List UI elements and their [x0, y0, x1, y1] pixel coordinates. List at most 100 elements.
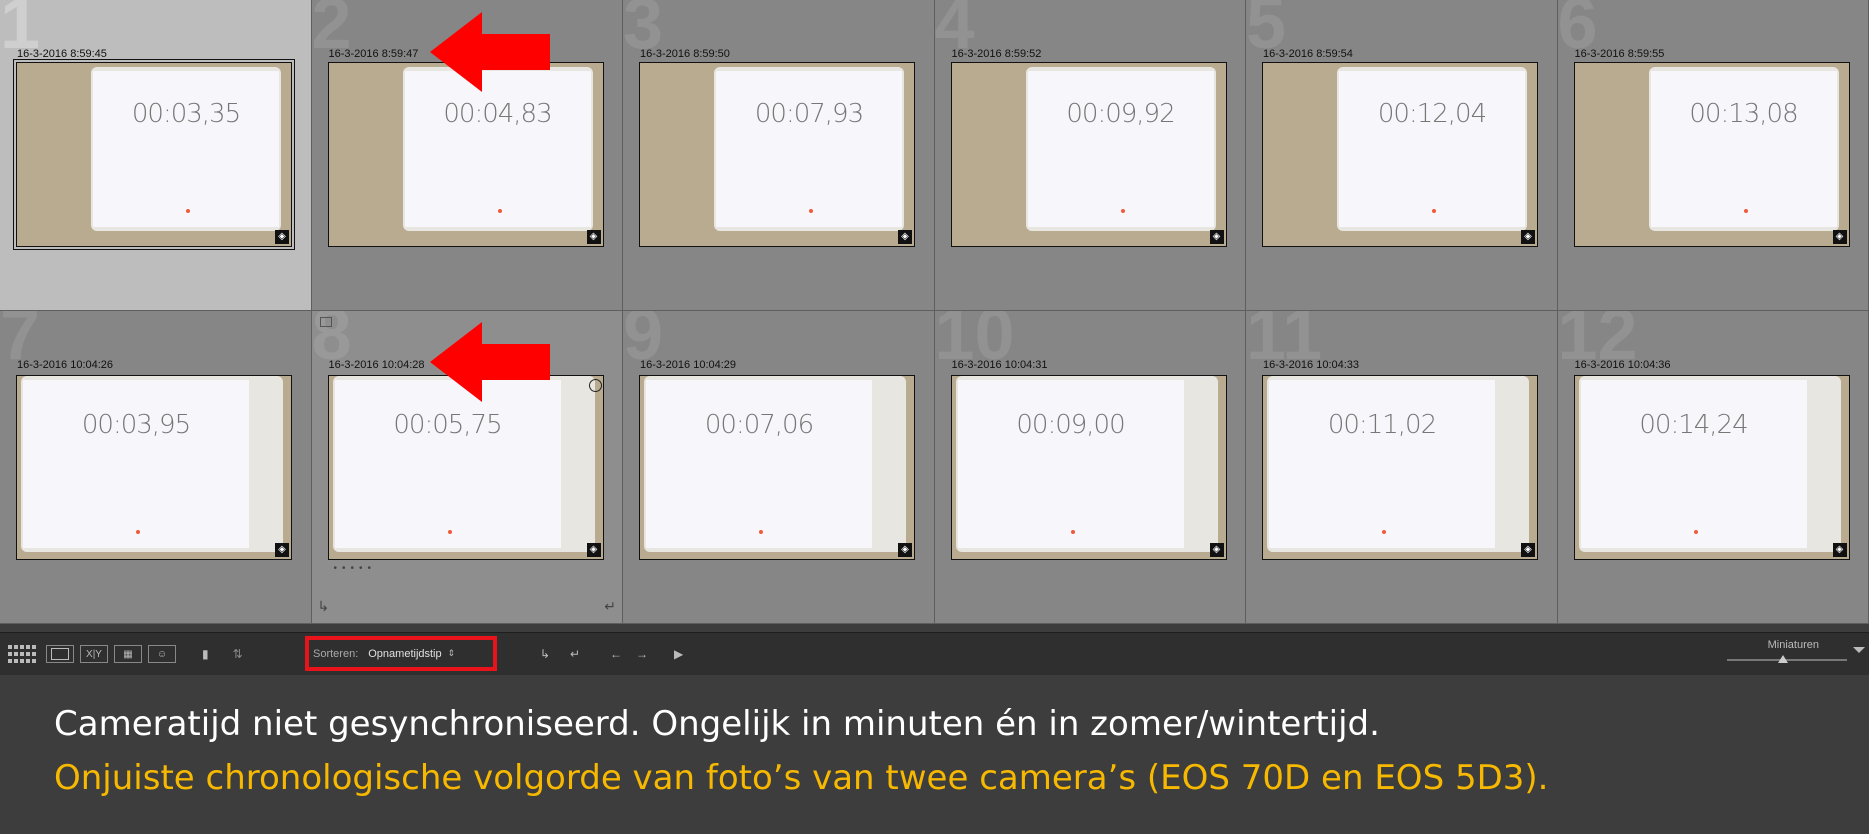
capture-time: 16-3-2016 10:04:29: [640, 359, 737, 371]
rotate-left-icon[interactable]: ↳: [318, 598, 330, 615]
photo-record-dot: [136, 530, 140, 534]
capture-time: 16-3-2016 8:59:50: [640, 48, 730, 60]
photo-screen: 00:14,24: [1580, 380, 1807, 548]
thumbnail-grid: 1 16-3-2016 8:59:45 00:03,35 ◈ 2 16-3-20…: [0, 0, 1869, 624]
toolbar-menu-chevron-icon[interactable]: [1853, 647, 1865, 653]
photo-stopwatch-reading: 00:03,95: [81, 410, 191, 441]
flag-icon[interactable]: [319, 317, 332, 327]
grid-cell[interactable]: 6 16-3-2016 8:59:55 00:13,08 ◈: [1557, 0, 1869, 311]
previous-photo-icon[interactable]: ←: [610, 644, 622, 664]
photo-record-dot: [1693, 530, 1698, 534]
caption-line-1: Cameratijd niet gesynchroniseerd. Ongeli…: [54, 704, 1380, 744]
photo-thumbnail[interactable]: 00:07,93 ◈: [639, 62, 915, 247]
capture-time: 16-3-2016 8:59:55: [1574, 48, 1665, 60]
slider-knob[interactable]: [1778, 655, 1789, 663]
photo-screen: 00:13,08: [1650, 71, 1837, 227]
edited-badge-icon[interactable]: ◈: [1521, 543, 1535, 557]
compare-view-icon[interactable]: X|Y: [80, 644, 108, 664]
photo-stopwatch-reading: 00:05,75: [393, 410, 502, 441]
photo-screen: 00:09,92: [1027, 71, 1214, 227]
photo-screen: 00:05,75: [334, 380, 561, 548]
grid-cell[interactable]: 10 16-3-2016 10:04:31 00:09,00 ◈: [934, 311, 1246, 624]
sort-direction-icon[interactable]: ⇅: [233, 644, 243, 664]
capture-time: 16-3-2016 8:59:54: [1263, 48, 1353, 60]
photo-thumbnail[interactable]: 00:13,08 ◈: [1573, 62, 1850, 247]
library-toolbar: X|Y ▦ ☺ ▮ ⇅ Sorteren: Opnametijdstip ⇕ ↳…: [0, 632, 1869, 675]
photo-stopwatch-reading: 00:14,24: [1639, 410, 1748, 441]
photo-record-dot: [497, 209, 502, 213]
slideshow-play-icon[interactable]: ▶: [674, 644, 683, 664]
photo-screen: 00:07,93: [716, 71, 902, 227]
photo-thumbnail[interactable]: 00:07,06 ◈: [639, 375, 915, 560]
edited-badge-icon[interactable]: ◈: [275, 543, 289, 557]
capture-time: 16-3-2016 8:59:45: [17, 48, 107, 60]
thumbnail-size-label: Miniaturen: [1767, 639, 1819, 651]
photo-record-dot: [186, 209, 190, 213]
quick-collection-circle-icon[interactable]: [589, 379, 602, 392]
photo-stopwatch-reading: 00:07,93: [754, 99, 864, 130]
edited-badge-icon[interactable]: ◈: [586, 543, 601, 557]
photo-screen: 00:04,83: [404, 71, 591, 227]
photo-screen: 00:03,95: [23, 380, 249, 548]
survey-view-icon[interactable]: ▦: [114, 644, 142, 664]
photo-stopwatch-reading: 00:09,92: [1066, 99, 1175, 130]
photo-record-dot: [1120, 209, 1125, 213]
edited-badge-icon[interactable]: ◈: [1832, 543, 1847, 557]
photo-thumbnail[interactable]: 00:09,00 ◈: [950, 375, 1227, 560]
edited-badge-icon[interactable]: ◈: [275, 230, 289, 244]
photo-record-dot: [1382, 530, 1386, 534]
rotate-right-icon[interactable]: ↵: [604, 598, 616, 615]
sort-value[interactable]: Opnametijdstip: [368, 648, 441, 660]
grid-cell[interactable]: 1 16-3-2016 8:59:45 00:03,35 ◈: [0, 0, 312, 311]
grid-cell[interactable]: 3 16-3-2016 8:59:50 00:07,93 ◈: [623, 0, 935, 311]
photo-thumbnail[interactable]: 00:14,24 ◈: [1573, 375, 1850, 560]
painter-spray-icon[interactable]: ▮: [202, 644, 209, 664]
edited-badge-icon[interactable]: ◈: [586, 230, 601, 244]
edited-badge-icon[interactable]: ◈: [898, 230, 912, 244]
photo-screen: 00:11,02: [1269, 380, 1495, 548]
edited-badge-icon[interactable]: ◈: [1521, 230, 1535, 244]
photo-record-dot: [1432, 209, 1436, 213]
star-rating-dots[interactable]: •••••: [334, 563, 377, 574]
sort-control[interactable]: Sorteren: Opnametijdstip ⇕: [305, 636, 497, 671]
photo-record-dot: [759, 530, 763, 534]
photo-screen: 00:09,00: [957, 380, 1184, 548]
grid-cell[interactable]: 5 16-3-2016 8:59:54 00:12,04 ◈: [1246, 0, 1558, 311]
grid-cell[interactable]: 11 16-3-2016 10:04:33 00:11,02 ◈: [1246, 311, 1558, 624]
rotate-ccw-icon[interactable]: ↳: [540, 644, 550, 664]
next-photo-icon[interactable]: →: [636, 644, 648, 664]
people-view-icon[interactable]: ☺: [148, 644, 176, 664]
photo-record-dot: [447, 530, 452, 534]
grid-cell[interactable]: 4 16-3-2016 8:59:52 00:09,92 ◈: [934, 0, 1246, 311]
grid-cell[interactable]: 12 16-3-2016 10:04:36 00:14,24 ◈: [1557, 311, 1869, 624]
photo-record-dot: [1743, 209, 1748, 213]
photo-thumbnail[interactable]: 00:05,75 ◈: [327, 375, 604, 560]
photo-thumbnail[interactable]: 00:11,02 ◈: [1262, 375, 1538, 560]
grid-cell[interactable]: 9 16-3-2016 10:04:29 00:07,06 ◈: [623, 311, 935, 624]
photo-stopwatch-reading: 00:09,00: [1016, 410, 1125, 441]
photo-stopwatch-reading: 00:13,08: [1689, 99, 1798, 130]
capture-time: 16-3-2016 10:04:26: [17, 359, 114, 371]
caption-panel: Cameratijd niet gesynchroniseerd. Ongeli…: [0, 680, 1869, 834]
photo-screen: 00:12,04: [1339, 71, 1525, 227]
photo-stopwatch-reading: 00:11,02: [1327, 410, 1437, 441]
photo-thumbnail[interactable]: 00:09,92 ◈: [950, 62, 1227, 247]
grid-view-icon[interactable]: [8, 644, 36, 664]
photo-stopwatch-reading: 00:12,04: [1377, 99, 1487, 130]
photo-thumbnail[interactable]: 00:12,04 ◈: [1262, 62, 1538, 247]
sort-chevron-icon[interactable]: ⇕: [448, 648, 456, 659]
photo-thumbnail[interactable]: 00:03,95 ◈: [16, 375, 292, 560]
red-arrow-annotation: [430, 12, 550, 92]
edited-badge-icon[interactable]: ◈: [1832, 230, 1847, 244]
thumbnail-size-slider[interactable]: [1727, 655, 1847, 663]
rotate-cw-icon[interactable]: ↵: [570, 644, 580, 664]
edited-badge-icon[interactable]: ◈: [898, 543, 912, 557]
photo-stopwatch-reading: 00:04,83: [443, 99, 552, 130]
edited-badge-icon[interactable]: ◈: [1209, 230, 1224, 244]
grid-cell[interactable]: 7 16-3-2016 10:04:26 00:03,95 ◈: [0, 311, 312, 624]
photo-stopwatch-reading: 00:03,35: [131, 99, 241, 130]
capture-time: 16-3-2016 10:04:28: [328, 359, 425, 371]
photo-thumbnail[interactable]: 00:03,35 ◈: [13, 59, 295, 250]
loupe-view-icon[interactable]: [46, 644, 74, 664]
edited-badge-icon[interactable]: ◈: [1209, 543, 1224, 557]
